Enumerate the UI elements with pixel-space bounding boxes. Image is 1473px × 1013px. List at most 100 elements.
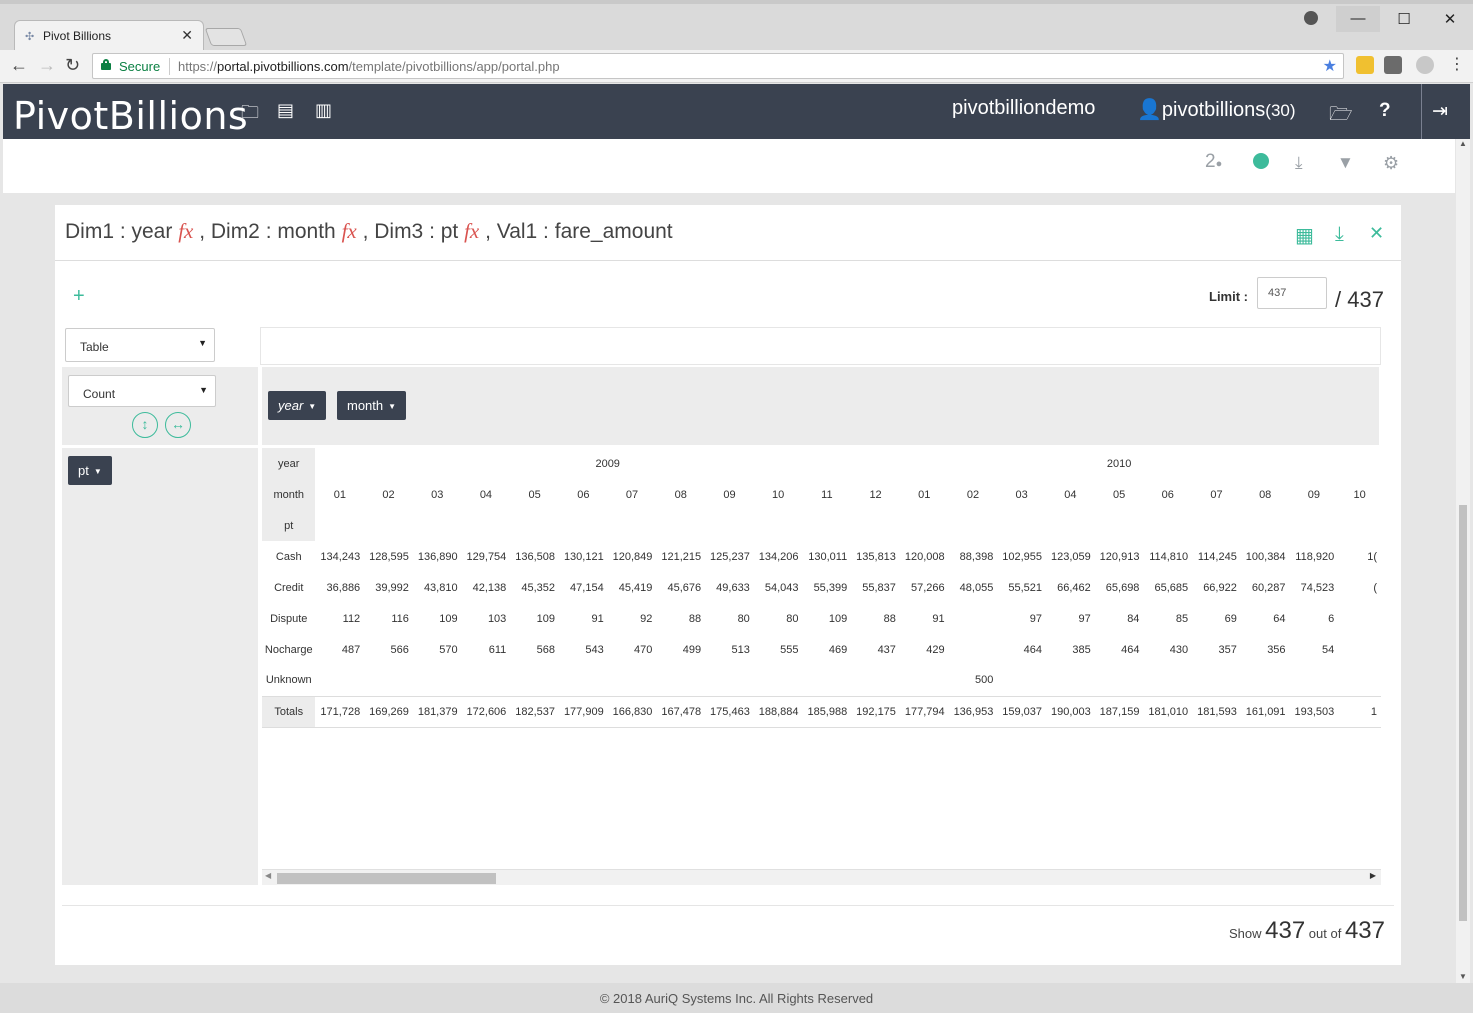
pivot-axis-label: year — [262, 448, 316, 479]
scrollbar-thumb[interactable] — [277, 873, 496, 884]
scrollbar-thumb[interactable] — [1459, 505, 1467, 921]
pivot-empty-cell — [1046, 510, 1095, 541]
sort-cols-icon[interactable]: ↔ — [165, 412, 191, 438]
forward-arrow-icon[interactable]: → — [38, 55, 56, 76]
back-arrow-icon[interactable]: ← — [10, 55, 28, 76]
open-folder-icon[interactable]: 🗁 — [1329, 100, 1353, 132]
app-header: PivotBillions 🗀 ▤ ▥ pivotbilliondemo 👤pi… — [3, 84, 1470, 139]
unused-attributes-area[interactable] — [260, 327, 1381, 365]
users-indicator[interactable]: 2● — [1205, 151, 1222, 173]
pivot-value-cell — [1241, 665, 1290, 696]
pivot-value-cell: 45,419 — [618, 581, 653, 594]
pivot-empty-cell — [1241, 510, 1290, 541]
settings-gear-icon[interactable]: ⚙ — [1383, 153, 1399, 174]
pivot-value-cell: 103 — [487, 612, 507, 625]
fx-icon[interactable]: fx — [178, 219, 193, 243]
limit-input[interactable] — [1257, 277, 1327, 309]
browser-tab[interactable]: ✣ Pivot Billions ✕ — [14, 20, 204, 50]
pt-chip[interactable]: pt ▼ — [68, 456, 112, 485]
add-icon[interactable]: + — [73, 285, 85, 308]
table-row: Credit 36,886 39,992 43,810 42,138 45,352 47,1… — [262, 572, 1381, 603]
table-row: Nocharge 487 566 570 611 568 543 470 499 513 555 46… — [262, 634, 1381, 665]
pivot-empty-cell — [851, 510, 900, 541]
scroll-down-icon[interactable]: ▼ — [1459, 972, 1467, 981]
tab-close-icon[interactable]: ✕ — [181, 27, 193, 44]
scroll-right-icon[interactable]: ▶ — [1370, 871, 1376, 880]
export-download-icon[interactable]: ⤓ — [1335, 223, 1344, 246]
folder-icon[interactable]: 🗀 — [241, 100, 259, 130]
pivot-value-cell: 130,011 — [808, 550, 848, 563]
drive-extension-icon[interactable] — [1416, 56, 1434, 74]
browser-menu-icon[interactable]: ⋮ — [1449, 54, 1465, 74]
pivot-value-cell: 100,384 — [1245, 550, 1286, 563]
pivot-axis-label: month — [262, 479, 316, 510]
pivot-value-cell: 134,243 — [320, 550, 361, 563]
pivot-total-cell: 185,988 — [802, 695, 852, 728]
pivot-value-cell: 356 — [1267, 643, 1286, 656]
pivot-col-header: 02 — [382, 488, 395, 501]
download-icon[interactable]: ⤓ — [1295, 153, 1303, 173]
fx-icon[interactable]: fx — [342, 219, 357, 243]
pivot-value-cell: 429 — [926, 643, 945, 656]
aggregator-select[interactable]: Count ▼ — [68, 375, 216, 407]
pivot-row-header: Cash — [275, 550, 302, 563]
pivot-value-cell: 80 — [786, 612, 799, 625]
pivot-value-cell: 464 — [1121, 643, 1140, 656]
pivot-value-cell — [949, 603, 998, 634]
extension-icon[interactable] — [1356, 56, 1374, 74]
scroll-left-icon[interactable]: ◀ — [265, 871, 271, 880]
logout-icon[interactable]: ⇥ — [1432, 100, 1448, 123]
page-vertical-scrollbar[interactable]: ▲ ▼ — [1456, 139, 1470, 983]
extension-icon[interactable] — [1384, 56, 1402, 74]
pivot-table: year 2009 2010 month 01 02 03 04 05 06 07 08 09 10 11 1… — [262, 448, 1381, 728]
pivot-value-cell: 500 — [974, 674, 994, 687]
browser-profile-icon[interactable] — [1304, 11, 1318, 25]
table-row: Dispute 112 116 109 103 109 91 92 88 80 80 109 88 91 9… — [262, 603, 1381, 634]
pivot-value-cell: 130,121 — [563, 550, 604, 563]
pivot-panel: Dim1 : year fx , Dim2 : month fx , Dim3 … — [55, 205, 1401, 965]
project-name[interactable]: pivotbilliondemo — [952, 97, 1095, 120]
pivot-value-cell: 134,206 — [758, 550, 799, 563]
address-bar[interactable]: Secure https://portal.pivotbillions.com/… — [92, 53, 1344, 79]
column-attributes-area[interactable]: year ▼ month ▼ — [262, 367, 1379, 445]
horizontal-scrollbar[interactable]: ◀ ▶ — [262, 869, 1381, 885]
bar-chart-icon[interactable]: ▥ — [315, 100, 332, 121]
status-dot-icon[interactable] — [1253, 153, 1269, 169]
pivot-total-cell: 181,593 — [1192, 695, 1241, 728]
renderer-select[interactable]: Table ▼ — [65, 328, 215, 362]
app-logo[interactable]: PivotBillions — [13, 94, 248, 138]
pivot-value-cell — [364, 665, 413, 696]
pivot-col-header: 05 — [1112, 488, 1126, 501]
pivot-value-cell: 470 — [634, 643, 653, 656]
pivot-value-cell — [1338, 634, 1381, 665]
pivot-value-cell: 66,922 — [1203, 581, 1237, 594]
new-tab-button[interactable] — [204, 28, 248, 46]
bookmark-star-icon[interactable]: ★ — [1323, 56, 1337, 76]
pivot-total-cell: 167,478 — [656, 695, 706, 728]
reload-icon[interactable]: ↻ — [65, 55, 80, 76]
layout-icon[interactable]: ▦ — [1295, 223, 1314, 248]
close-panel-icon[interactable]: ✕ — [1369, 223, 1384, 244]
pivot-value-cell: 118,920 — [1295, 550, 1335, 563]
pivot-value-cell — [997, 665, 1046, 696]
help-icon[interactable]: ? — [1379, 100, 1391, 122]
year-chip[interactable]: year ▼ — [268, 391, 327, 420]
scroll-up-icon[interactable]: ▲ — [1459, 139, 1467, 148]
table-icon[interactable]: ▤ — [277, 100, 294, 121]
fx-icon[interactable]: fx — [464, 219, 479, 243]
aggregator-value: Count — [83, 387, 116, 401]
pivot-col-header: 04 — [1064, 488, 1077, 501]
window-close-button[interactable]: ✕ — [1428, 10, 1472, 28]
window-minimize-button[interactable]: — — [1336, 6, 1380, 32]
pivot-value-cell: 88 — [883, 612, 896, 625]
filter-icon[interactable]: ▼ — [1337, 153, 1354, 173]
pivot-total-cell: 177,794 — [899, 695, 949, 728]
limit-label: Limit : — [1209, 289, 1248, 304]
user-menu[interactable]: 👤pivotbillions(30) — [1137, 97, 1296, 122]
month-chip[interactable]: month ▼ — [337, 391, 407, 420]
row-attributes-area[interactable]: pt ▼ — [62, 448, 258, 885]
window-maximize-button[interactable]: ☐ — [1382, 10, 1426, 28]
totals-row: Totals 171,728 169,269 181,379 172,606 182,53… — [262, 695, 1381, 728]
sort-rows-icon[interactable]: ↕ — [132, 412, 158, 438]
pivot-col-header: 03 — [431, 488, 444, 501]
